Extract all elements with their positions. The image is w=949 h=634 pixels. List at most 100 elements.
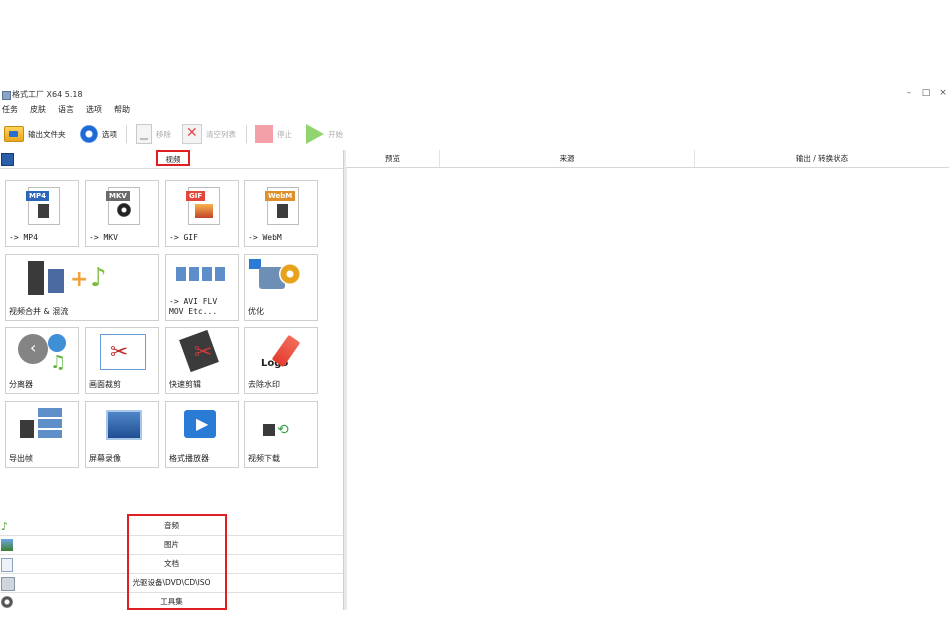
options-button[interactable]: 选项 [80,121,117,147]
task-list-panel: 预览 来源 输出 / 转换状态 [346,150,949,610]
mp4-tag: MP4 [26,191,49,201]
webm-file-icon: WebM [265,187,299,225]
start-label: 开始 [328,129,343,139]
tile-to-mp4[interactable]: MP4 -> MP4 [5,180,79,247]
music-note-icon: ♫ [50,352,67,373]
stop-button[interactable]: 停止 [255,121,292,147]
film-strip-icon [48,269,64,293]
menu-options[interactable]: 选项 [86,104,102,116]
video-category-header[interactable]: 视频 [0,150,343,169]
remove-icon [136,124,152,144]
tile-to-mkv[interactable]: MKV -> MKV [85,180,159,247]
video-category-label: 视频 [156,150,190,166]
reel-icon [48,334,66,352]
tile-optimize[interactable]: 优化 [244,254,318,321]
menu-language[interactable]: 语言 [58,104,74,116]
clear-list-label: 清空列表 [206,129,236,139]
stop-icon [255,125,273,143]
app-icon [2,91,11,100]
start-button[interactable]: 开始 [306,121,343,147]
download-arrow-icon: ⟲ [277,422,289,438]
tile-quick-clip[interactable]: ✂ 快速剪辑 [165,327,239,394]
task-list-header: 预览 来源 输出 / 转换状态 [346,150,949,168]
film-strip-icon [263,424,275,436]
tile-caption: 优化 [248,307,264,316]
tile-caption: 视频下载 [248,454,280,463]
tile-caption: 视频合并 & 混流 [9,307,69,316]
music-note-icon: ♪ [90,263,107,293]
column-preview[interactable]: 预览 [346,150,440,167]
mp4-file-icon: MP4 [26,187,60,225]
output-folder-label: 输出文件夹 [28,129,66,139]
tile-screen-record[interactable]: 屏幕录像 [85,401,159,468]
menu-bar: 任务 皮肤 语言 选项 帮助 [2,104,142,116]
tile-merge-mux[interactable]: + ♪ 视频合并 & 混流 [5,254,159,321]
eraser-icon [271,334,301,368]
toolbar-separator [126,125,127,143]
tile-crop[interactable]: ✂ 画面裁剪 [85,327,159,394]
menu-help[interactable]: 帮助 [114,104,130,116]
folder-icon [4,126,24,142]
title-bar: 格式工厂 X64 5.18 – □ × [0,88,949,102]
film-strip-icon [20,420,34,438]
film-icon [1,153,14,166]
clear-list-icon [182,124,202,144]
tile-caption: 快速剪辑 [169,380,201,389]
remove-button[interactable]: 移除 [136,121,171,147]
options-label: 选项 [102,129,117,139]
plus-icon: + [70,267,89,292]
minimize-button[interactable]: – [903,88,915,98]
chevron-left-icon: ‹ [30,338,37,357]
tile-to-gif[interactable]: GIF -> GIF [165,180,239,247]
tile-caption: -> MP4 [9,233,38,242]
close-button[interactable]: × [937,88,949,98]
tile-caption: 屏幕录像 [89,454,121,463]
webm-tag: WebM [265,191,296,201]
tile-caption: 分离器 [9,380,33,389]
tile-caption: 导出帧 [9,454,33,463]
disc-icon [117,203,131,217]
remove-label: 移除 [156,129,171,139]
format-strip-icon [176,267,228,281]
tile-splitter[interactable]: ‹ ♫ 分离器 [5,327,79,394]
options-icon [80,125,98,143]
tile-caption: 格式播放器 [169,454,209,463]
mkv-tag: MKV [106,191,130,201]
maximize-button[interactable]: □ [920,88,932,98]
tile-to-avi-flv-mov[interactable]: -> AVI FLV MOV Etc... [165,254,239,321]
film-strip-icon [277,204,288,218]
tile-export-frames[interactable]: 导出帧 [5,401,79,468]
scissors-icon: ✂ [110,340,129,365]
tile-caption: -> GIF [169,233,198,242]
toolbar-separator [246,125,247,143]
tile-to-webm[interactable]: WebM -> WebM [244,180,318,247]
gif-file-icon: GIF [186,187,220,225]
column-output-status[interactable]: 输出 / 转换状态 [695,150,949,167]
screen-icon [106,410,142,440]
tile-caption: 画面裁剪 [89,380,121,389]
start-icon [306,124,324,144]
tile-caption: -> AVI FLV MOV Etc... [169,297,218,316]
tile-remove-watermark[interactable]: Logo 去除水印 [244,327,318,394]
film-strip-icon [38,204,49,218]
tile-caption: -> MKV [89,233,118,242]
menu-task[interactable]: 任务 [2,104,18,116]
tile-video-download[interactable]: ⟲ 视频下载 [244,401,318,468]
gif-tag: GIF [186,191,206,201]
output-folder-button[interactable]: 输出文件夹 [4,121,66,147]
window-title: 格式工厂 X64 5.18 [12,90,83,99]
column-source[interactable]: 来源 [440,150,695,167]
clear-list-button[interactable]: 清空列表 [182,121,236,147]
menu-skin[interactable]: 皮肤 [30,104,46,116]
tile-caption: 去除水印 [248,380,280,389]
highlight-box [127,514,227,610]
toolbar: 输出文件夹 选项 移除 清空列表 停止 开始 [0,121,949,147]
play-icon: ▶ [196,414,209,433]
tile-caption: -> WebM [248,233,282,242]
film-strip-icon [28,261,44,295]
gear-icon [279,263,301,285]
tile-format-player[interactable]: ▶ 格式播放器 [165,401,239,468]
image-icon [195,204,213,218]
mkv-file-icon: MKV [106,187,140,225]
stop-label: 停止 [277,129,292,139]
